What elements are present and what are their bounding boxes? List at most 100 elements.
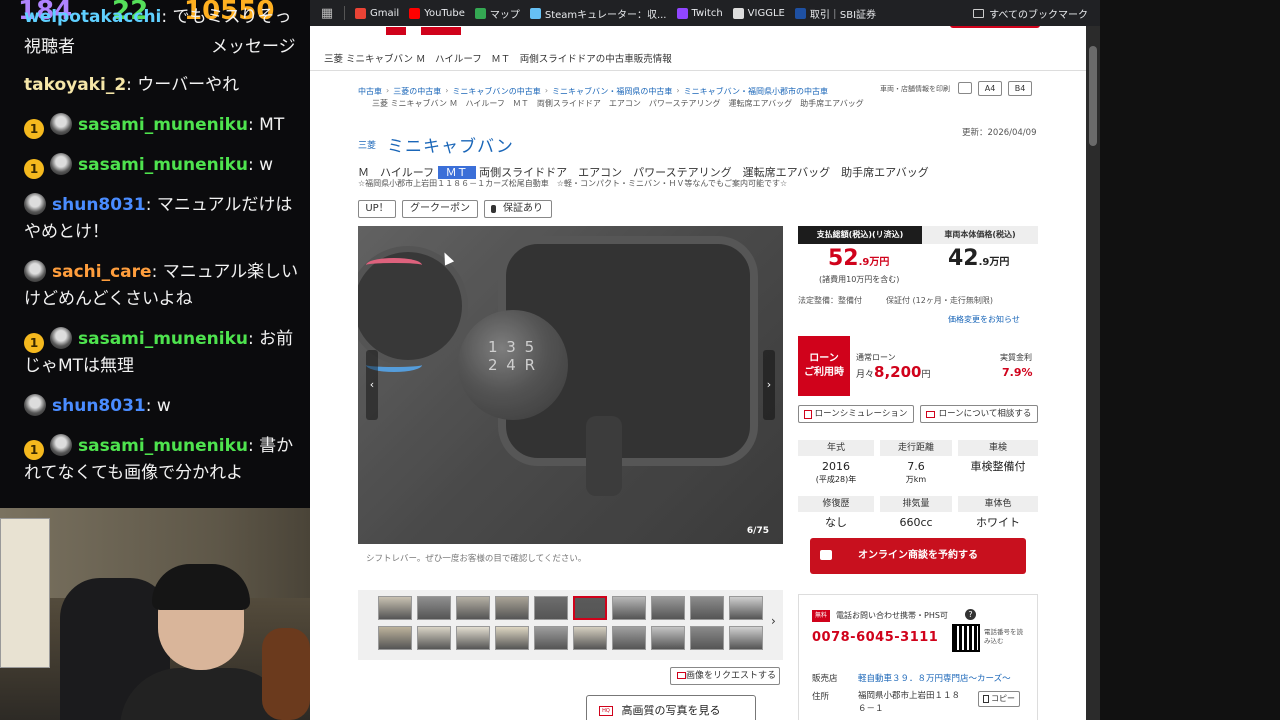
shop-note: ☆福岡県小郡市上岩田１１８６－１カーズ松尾自動車 ☆軽・コンパクト・ミニバン・Ｈ…	[358, 179, 788, 188]
chat-text: : ウーバーやれ	[126, 75, 240, 95]
breadcrumb-link[interactable]: 三菱の中古車	[393, 86, 441, 97]
print-a4-button[interactable]: A4	[978, 81, 1002, 96]
breadcrumb-link[interactable]: ミニキャブバン・福岡県の中古車	[552, 86, 672, 97]
bookmark-label: マップ	[489, 9, 520, 21]
tag-warranty[interactable]: 保証あり	[484, 200, 552, 218]
phone-number[interactable]: 0078-6045-3111	[812, 630, 938, 645]
printer-icon[interactable]	[958, 82, 972, 94]
spec-main: ホワイト	[976, 516, 1020, 529]
photo-thumbnail[interactable]	[690, 596, 724, 620]
photo-thumbnail[interactable]	[417, 596, 451, 620]
bookmark-item[interactable]: Gmail	[355, 7, 399, 19]
header-red-button[interactable]	[950, 26, 1040, 28]
chat-message: 1 sasami_muneniku: MT	[24, 112, 304, 139]
photo-caption: シフトレバー。ぜひ一度お客様の目で確認してください。	[366, 554, 587, 564]
car-listing-page: 三菱 ミニキャブバン Ｍ ハイルーフ ＭＴ 両側スライドドアの中古車販売情報 中…	[310, 26, 1086, 720]
photo-thumbnail[interactable]	[573, 596, 607, 620]
total-price: 52.9万円	[828, 246, 890, 271]
photo-thumbnail[interactable]	[651, 626, 685, 650]
thumbnail-strip: ›	[358, 590, 783, 660]
bookmark-item[interactable]: YouTube	[409, 7, 465, 19]
next-photo-arrow[interactable]: ›	[763, 350, 775, 420]
chat-username: sachi_care	[52, 262, 152, 282]
photo-thumbnail[interactable]	[729, 596, 763, 620]
mail-icon	[926, 411, 935, 418]
photo-thumbnail[interactable]	[612, 626, 646, 650]
qr-note: 電話番号を読み込む	[984, 628, 1023, 645]
bookmark-item[interactable]: VIGGLE	[732, 7, 785, 19]
bookmark-item[interactable]: Twitch	[676, 7, 723, 19]
chat-message: 1 sasami_muneniku: 書かれてなくても画像で分かれよ	[24, 433, 304, 487]
loan-consult-button[interactable]: ローンについて相談する	[920, 405, 1038, 423]
help-icon[interactable]: ?	[965, 609, 976, 620]
spec-header: 車検	[958, 440, 1038, 456]
photo-thumbnail[interactable]	[651, 596, 685, 620]
photo-thumbnail[interactable]	[456, 596, 490, 620]
tag-coupon[interactable]: グークーポン	[402, 200, 478, 218]
thumbs-next-arrow[interactable]: ›	[771, 614, 776, 628]
qr-code-icon	[952, 624, 980, 652]
breadcrumb-link[interactable]: ミニキャブバン・福岡県小郡市の中古車	[684, 86, 828, 97]
bookmark-item[interactable]: 取引｜SBI証券	[794, 6, 876, 21]
photo-thumbnail[interactable]	[534, 626, 568, 650]
loan-simulation-button[interactable]: ローンシミュレーション	[798, 405, 914, 423]
site-logo[interactable]	[324, 26, 474, 35]
bookmark-label: VIGGLE	[747, 7, 785, 19]
shop-name-link[interactable]: 軽自動車３９．８万円専門店～カーズ～	[858, 672, 1011, 684]
spec-value: ホワイト	[958, 516, 1038, 529]
copy-address-button[interactable]: コピー	[978, 691, 1020, 707]
page-scrollbar[interactable]	[1086, 26, 1100, 720]
chat-username: sasami_muneniku	[78, 329, 249, 349]
model-title[interactable]: ミニキャブバン	[387, 132, 514, 157]
print-label: 車両・店舗情報を印刷	[880, 85, 950, 93]
bookmark-item[interactable]: マップ	[474, 6, 520, 21]
phone-note: 電話お問い合わせ携帯・PHS可	[836, 611, 948, 620]
photo-thumbnail[interactable]	[378, 596, 412, 620]
maker-link[interactable]: 三菱	[358, 138, 376, 151]
price-alert-link[interactable]: 価格変更をお知らせ	[948, 314, 1020, 325]
avatar	[50, 153, 72, 175]
main-photo[interactable]: 1 3 52 4 R ‹ › 6/75	[358, 226, 783, 544]
tab-total-price[interactable]: 支払総額(税込)(リ済込)	[798, 226, 922, 244]
photo-thumbnail[interactable]	[690, 626, 724, 650]
updated-date: 更新：2026/04/09	[962, 128, 1037, 138]
total-price-note: (諸費用10万円を含む)	[819, 275, 900, 284]
photo-thumbnail[interactable]	[417, 626, 451, 650]
tab-body-price[interactable]: 車両本体価格(税込)	[922, 226, 1038, 244]
breadcrumb-link[interactable]: 中古車	[358, 86, 382, 97]
print-b4-button[interactable]: B4	[1008, 81, 1032, 96]
breadcrumb-link[interactable]: ミニキャブバンの中古車	[452, 86, 540, 97]
bookmark-label: Twitch	[691, 7, 723, 19]
bookmark-favicon-icon	[794, 7, 806, 19]
request-photo-button[interactable]: 画像をリクエストする	[670, 667, 780, 685]
stream-chat-panel: 184 22 10550 welpotakacchi: でもミスりそっ 視聴者 メ…	[0, 0, 310, 508]
calculator-icon	[804, 410, 812, 419]
tag-up[interactable]: UP！	[358, 200, 396, 218]
photo-thumbnail[interactable]	[729, 626, 763, 650]
all-bookmarks-folder[interactable]: すべてのブックマーク	[973, 6, 1088, 21]
photo-thumbnail[interactable]	[495, 626, 529, 650]
bookmark-item[interactable]: Steamキュレーター：収...	[529, 6, 667, 21]
spec-header: 走行距離	[880, 440, 952, 456]
photo-thumbnail[interactable]	[573, 626, 607, 650]
spec-value: なし	[798, 516, 874, 529]
photo-thumbnail[interactable]	[456, 626, 490, 650]
photo-thumbnail[interactable]	[378, 626, 412, 650]
online-consult-button[interactable]: オンライン商談を予約する	[810, 538, 1026, 574]
prev-photo-arrow[interactable]: ‹	[366, 350, 378, 420]
photo-thumbnail[interactable]	[495, 596, 529, 620]
photo-thumbnail[interactable]	[534, 596, 568, 620]
page-heading: 三菱 ミニキャブバン Ｍ ハイルーフ ＭＴ 両側スライドドアの中古車販売情報	[324, 54, 672, 65]
bookmark-label: Steamキュレーター：収...	[544, 9, 667, 21]
webcam-feed	[0, 508, 310, 720]
subscriber-badge-icon: 1	[24, 333, 44, 353]
apps-grid-icon[interactable]: ▦	[310, 6, 344, 21]
chat-message: welpotakacchi: でもミスりそっ	[24, 4, 304, 31]
photo-thumbnail[interactable]	[612, 596, 646, 620]
chat-username: shun8031	[52, 195, 146, 215]
spec-value: 2016 (平成28)年	[798, 460, 874, 486]
hq-photo-button[interactable]: HQ 高画質の写真を見る	[586, 695, 756, 720]
bookmark-favicon-icon	[409, 7, 421, 19]
breadcrumb-separator: ›	[544, 86, 549, 95]
bookmark-favicon-icon	[474, 7, 486, 19]
